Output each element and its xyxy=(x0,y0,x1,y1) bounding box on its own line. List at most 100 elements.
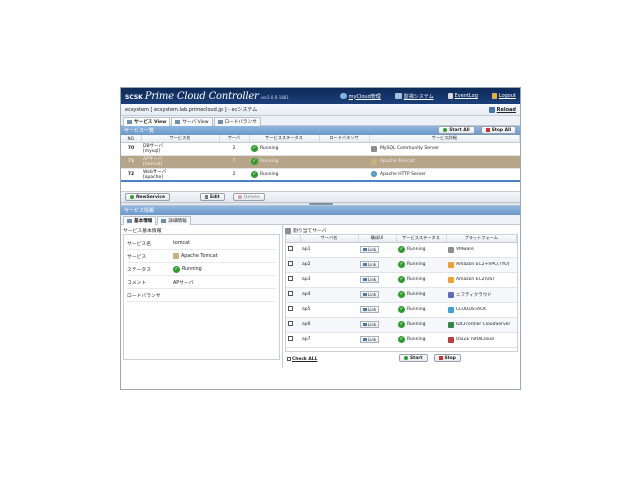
db-icon xyxy=(371,145,377,152)
start-button[interactable]: Start xyxy=(399,354,428,363)
tab-service-view[interactable]: サービス View xyxy=(123,117,171,126)
link-cell: Link xyxy=(358,302,396,318)
add-icon xyxy=(130,195,134,199)
table-row[interactable]: ap3 Link ✓ Running Amazon EC2(US) xyxy=(286,272,517,288)
platform-cell: CLOUDSTACK xyxy=(446,302,517,318)
delete-icon xyxy=(237,195,242,199)
link-button[interactable]: Link xyxy=(360,246,380,253)
field-service: サービス Apache Tomcat xyxy=(127,250,276,263)
check-circle-icon: ✓ xyxy=(173,265,180,273)
service-info-header: サービス情報 xyxy=(121,206,520,215)
check-circle-icon: ✓ xyxy=(251,158,258,165)
mycloud-link[interactable]: myCloud管理 xyxy=(339,93,381,100)
tab-load-balancer[interactable]: ロードバランサ xyxy=(213,117,261,126)
assigned-table-header: サーバ名 構成UI サービスステータス プラットフォーム xyxy=(286,235,517,243)
tab-detail-info[interactable]: 詳細情報 xyxy=(157,216,191,225)
col-server-status: サービスステータス xyxy=(396,235,447,243)
eventlog-link[interactable]: EventLog xyxy=(447,93,478,99)
platform-icon xyxy=(448,246,454,253)
table-row[interactable]: 70 DBサーバ [mysql] 2 ✓ Running MySQL Commun… xyxy=(121,142,520,156)
new-service-button[interactable]: NewService xyxy=(125,193,170,201)
status-text: Running xyxy=(407,337,426,342)
link-label: Link xyxy=(368,292,377,297)
status-text: Running xyxy=(407,292,426,297)
field-value-wrap: Apache Tomcat xyxy=(173,253,218,259)
check-circle-icon: ✓ xyxy=(251,145,258,152)
assigned-actions: Start Stop xyxy=(399,354,461,363)
status-cell: ✓ Running xyxy=(249,168,319,182)
platform-text: Amazon EC2+VPC(TYO) xyxy=(456,262,510,267)
server-checkbox[interactable] xyxy=(288,246,293,251)
status-cell: ✓ Running xyxy=(396,287,446,303)
col-check xyxy=(286,235,301,243)
link-button[interactable]: Link xyxy=(360,261,380,268)
tab-basic-info-label: 基本情報 xyxy=(134,219,153,224)
link-button[interactable]: Link xyxy=(360,306,380,313)
platform-icon xyxy=(448,276,454,283)
start-label: Start xyxy=(410,355,423,361)
table-row[interactable]: ap1 Link ✓ Running VMware xyxy=(286,242,517,258)
server-checkbox[interactable] xyxy=(288,291,293,296)
server-checkbox[interactable] xyxy=(288,306,293,311)
field-value: Running xyxy=(182,266,202,272)
link-button[interactable]: Link xyxy=(360,291,380,298)
logout-link-label: Logout xyxy=(498,93,516,99)
assigned-title-row: 割り当てサーバ xyxy=(285,227,518,234)
detail-cell: Apache HTTP Server xyxy=(369,168,520,182)
stop-label: Stop xyxy=(444,355,456,361)
platform-text: IDCFrontier CloudServer xyxy=(456,322,511,327)
table-row[interactable]: 71 APサーバ [tomcat] 7 ✓ Running Apache Tomc… xyxy=(121,155,520,169)
stop-button[interactable]: Stop xyxy=(433,354,461,363)
link-cell: Link xyxy=(358,272,396,288)
link-button[interactable]: Link xyxy=(360,321,380,328)
table-row[interactable]: ap5 Link ✓ Running CLOUDSTACK xyxy=(286,302,517,318)
tab-server-view[interactable]: サーバ View xyxy=(171,117,213,126)
link-button[interactable]: Link xyxy=(360,336,380,343)
assigned-servers-table: サーバ名 構成UI サービスステータス プラットフォーム ap1 Link ✓ Run… xyxy=(286,235,517,348)
reload-button[interactable]: Reload xyxy=(488,106,516,113)
splitter-handle[interactable] xyxy=(308,203,333,205)
lb-cell xyxy=(319,168,369,182)
detail-cell: MySQL Community Server xyxy=(369,142,520,156)
check-circle-icon: ✓ xyxy=(398,321,405,328)
service-sub: [tomcat] xyxy=(143,162,163,167)
monitor-link[interactable]: 監視システム xyxy=(394,93,434,100)
link-cell: Link xyxy=(358,317,396,333)
service-name-cell: DBサーバ [mysql] xyxy=(141,142,219,156)
delete-button[interactable]: Delete xyxy=(232,193,265,201)
status-cell: ✓ Running xyxy=(396,242,446,258)
stop-all-button[interactable]: Stop All xyxy=(480,126,516,134)
cloud-icon xyxy=(339,93,347,99)
tab-service-view-label: サービス View xyxy=(134,120,167,125)
platform-icon xyxy=(448,336,454,343)
check-all-icon xyxy=(287,357,291,362)
server-checkbox[interactable] xyxy=(288,336,293,341)
edit-button[interactable]: Edit xyxy=(199,193,225,201)
tab-basic-info[interactable]: 基本情報 xyxy=(123,216,157,225)
server-checkbox[interactable] xyxy=(288,276,293,281)
check-cell xyxy=(286,272,300,288)
lb-cell xyxy=(319,155,369,169)
col-config-ui: 構成UI xyxy=(358,235,397,243)
table-row[interactable]: ap2 Link ✓ Running Amazon EC2+VPC(TYO) xyxy=(286,257,517,273)
table-row[interactable]: ap4 Link ✓ Running ニフティクラウド xyxy=(286,287,517,303)
status-cell: ✓ Running xyxy=(396,302,446,318)
server-checkbox[interactable] xyxy=(288,261,293,266)
platform-icon xyxy=(448,321,454,328)
reload-icon xyxy=(488,106,495,113)
check-circle-icon: ✓ xyxy=(251,170,258,178)
check-all-link[interactable]: Check ALL xyxy=(287,357,317,362)
table-row[interactable]: 72 Webサーバ [apache] 2 ✓ Running Apache HTT… xyxy=(121,168,520,182)
server-checkbox[interactable] xyxy=(288,321,293,326)
start-all-button[interactable]: Start All xyxy=(438,126,475,134)
check-circle-icon: ✓ xyxy=(398,246,405,253)
check-circle-icon: ✓ xyxy=(398,276,405,283)
table-row[interactable]: ap7 Link ✓ Running USIZE netXCloud xyxy=(286,332,517,348)
reload-label: Reload xyxy=(496,106,516,113)
delete-label: Delete xyxy=(243,194,260,200)
platform-cell: ニフティクラウド xyxy=(446,287,517,303)
link-button[interactable]: Link xyxy=(360,276,380,283)
logout-link[interactable]: Logout xyxy=(491,93,516,99)
table-row[interactable]: ap6 Link ✓ Running IDCFrontier CloudServer xyxy=(286,317,517,333)
col-service-name: サービス名 xyxy=(141,135,220,143)
